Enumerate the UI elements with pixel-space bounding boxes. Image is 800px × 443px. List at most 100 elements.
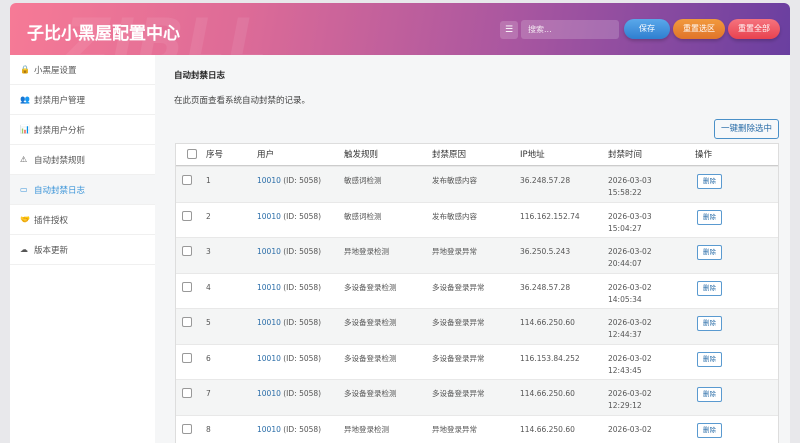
column-header: 触发规则 — [344, 149, 378, 161]
sidebar-item[interactable]: ☁版本更新 — [10, 235, 155, 265]
row-checkbox[interactable] — [182, 282, 192, 292]
row-number: 8 — [206, 424, 211, 436]
ip-address: 36.250.5.243 — [520, 246, 570, 258]
user-link[interactable]: 10010 — [257, 318, 281, 327]
trigger-rule: 多设备登录检测 — [344, 317, 397, 329]
user-id: (ID: 5058) — [283, 247, 321, 256]
ip-address: 36.248.57.28 — [520, 175, 570, 187]
ban-time: 2026-03-02 — [608, 424, 652, 436]
sidebar-item[interactable]: 📊封禁用户分析 — [10, 115, 155, 145]
ban-date: 2026-03-02 — [608, 247, 652, 256]
ip-address: 116.153.84.252 — [520, 353, 580, 365]
sidebar-item[interactable]: 🔒小黑屋设置 — [10, 55, 155, 85]
row-checkbox[interactable] — [182, 353, 192, 363]
table-row: 2 10010 (ID: 5058) 敏感词检测 发布敏感内容 116.162.… — [176, 202, 778, 238]
ban-clock: 12:43:45 — [608, 366, 642, 375]
ban-date: 2026-03-02 — [608, 425, 652, 434]
column-header: 序号 — [206, 149, 223, 161]
page-title: 自动封禁日志 — [174, 69, 225, 81]
ban-time: 2026-03-0212:29:12 — [608, 388, 652, 412]
ban-log-table: 序号用户触发规则封禁原因IP地址封禁时间操作 1 10010 (ID: 5058… — [175, 143, 779, 443]
ban-time: 2026-03-03 15:58:22 — [608, 175, 652, 199]
header: ZIBLL 子比小黑屋配置中心 ☰ 保存 重置选区 重置全部 — [10, 3, 790, 55]
ip-address: 114.66.250.60 — [520, 388, 575, 400]
select-all-checkbox[interactable] — [187, 149, 197, 159]
ip-address: 36.248.57.28 — [520, 282, 570, 294]
row-checkbox[interactable] — [182, 388, 192, 398]
bar-chart-icon: 📊 — [20, 125, 34, 134]
trigger-rule: 敏感词检测 — [344, 175, 382, 187]
delete-button[interactable]: 删除 — [697, 423, 722, 438]
reset-section-button[interactable]: 重置选区 — [673, 19, 725, 39]
row-number: 3 — [206, 246, 211, 258]
ban-date: 2026-03-03 — [608, 176, 652, 185]
row-number: 5 — [206, 317, 211, 329]
search-input[interactable] — [521, 20, 619, 39]
row-number: 4 — [206, 282, 211, 294]
ban-time: 2026-03-02 20:44:07 — [608, 246, 652, 270]
search-menu-icon[interactable]: ☰ — [500, 21, 518, 39]
delete-button[interactable]: 删除 — [697, 245, 722, 260]
ban-clock: 15:58:22 — [608, 188, 642, 197]
row-checkbox[interactable] — [182, 317, 192, 327]
user-link[interactable]: 10010 — [257, 425, 281, 434]
bulk-delete-button[interactable]: 一键删除选中 — [714, 119, 779, 139]
ban-date: 2026-03-02 — [608, 318, 652, 327]
row-checkbox[interactable] — [182, 175, 192, 185]
ban-time: 2026-03-02 12:43:45 — [608, 353, 652, 377]
sidebar-item[interactable]: 🤝插件授权 — [10, 205, 155, 235]
ban-time: 2026-03-02 12:44:37 — [608, 317, 652, 341]
sidebar-item[interactable]: ⚠自动封禁规则 — [10, 145, 155, 175]
reset-all-button[interactable]: 重置全部 — [728, 19, 780, 39]
delete-button[interactable]: 删除 — [697, 316, 722, 331]
ban-time: 2026-03-0214:05:34 — [608, 282, 652, 306]
ban-reason: 异地登录异常 — [432, 424, 477, 436]
ban-clock: 20:44:07 — [608, 259, 642, 268]
delete-button[interactable]: 删除 — [697, 352, 722, 367]
main-content: 自动封禁日志 在此页面查看系统自动封禁的记录。 一键删除选中 序号用户触发规则封… — [155, 55, 790, 443]
users-icon: 👥 — [20, 95, 34, 104]
ban-clock: 12:44:37 — [608, 330, 642, 339]
delete-button[interactable]: 删除 — [697, 174, 722, 189]
delete-button[interactable]: 删除 — [697, 210, 722, 225]
ip-address: 114.66.250.60 — [520, 317, 575, 329]
row-checkbox[interactable] — [182, 246, 192, 256]
table-row: 4 10010 (ID: 5058) 多设备登录检测 多设备登录异常 36.24… — [176, 273, 778, 309]
user-id: (ID: 5058) — [283, 283, 321, 292]
user-link[interactable]: 10010 — [257, 212, 281, 221]
sidebar-item-label: 自动封禁日志 — [34, 184, 85, 196]
table-row: 6 10010 (ID: 5058) 多设备登录检测 多设备登录异常 116.1… — [176, 344, 778, 380]
sidebar-item-label: 封禁用户管理 — [34, 94, 85, 106]
sidebar-item[interactable]: ▭自动封禁日志 — [10, 175, 155, 205]
user-id: (ID: 5058) — [283, 354, 321, 363]
user-link[interactable]: 10010 — [257, 176, 281, 185]
save-button[interactable]: 保存 — [624, 19, 670, 39]
ban-reason: 发布敏感内容 — [432, 211, 477, 223]
row-checkbox[interactable] — [182, 211, 192, 221]
ban-date: 2026-03-02 — [608, 354, 652, 363]
user-link[interactable]: 10010 — [257, 389, 281, 398]
user-link[interactable]: 10010 — [257, 354, 281, 363]
user-id: (ID: 5058) — [283, 176, 321, 185]
row-checkbox[interactable] — [182, 424, 192, 434]
sidebar-item-label: 版本更新 — [34, 244, 68, 256]
sidebar-item-label: 小黑屋设置 — [34, 64, 77, 76]
delete-button[interactable]: 删除 — [697, 387, 722, 402]
column-header: IP地址 — [520, 149, 545, 161]
user-id: (ID: 5058) — [283, 212, 321, 221]
table-row: 8 10010 (ID: 5058) 异地登录检测 异地登录异常 114.66.… — [176, 415, 778, 443]
sidebar-item[interactable]: 👥封禁用户管理 — [10, 85, 155, 115]
user-link[interactable]: 10010 — [257, 283, 281, 292]
ban-date: 2026-03-02 — [608, 389, 652, 398]
cloud-upload-icon: ☁ — [20, 245, 34, 254]
lock-icon: 🔒 — [20, 65, 34, 74]
ban-date: 2026-03-02 — [608, 283, 652, 292]
delete-button[interactable]: 删除 — [697, 281, 722, 296]
row-number: 6 — [206, 353, 211, 365]
user-link[interactable]: 10010 — [257, 247, 281, 256]
app-title: 子比小黑屋配置中心 — [27, 19, 180, 44]
warning-icon: ⚠ — [20, 155, 34, 164]
table-header: 序号用户触发规则封禁原因IP地址封禁时间操作 — [176, 144, 778, 166]
sidebar-item-label: 插件授权 — [34, 214, 68, 226]
table-row: 7 10010 (ID: 5058) 多设备登录检测 多设备登录异常 114.6… — [176, 379, 778, 415]
